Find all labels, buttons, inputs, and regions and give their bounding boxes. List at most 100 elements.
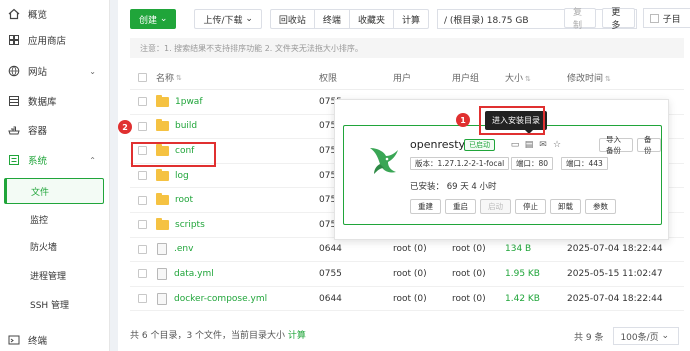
- favorites-button[interactable]: 收藏夹: [348, 9, 394, 29]
- table-row[interactable]: data.yml 0755 root (0) root (0) 1.95 KB 2025-…: [130, 262, 684, 287]
- row-checkbox[interactable]: [138, 269, 147, 279]
- sort-icon: ⇅: [176, 73, 182, 82]
- name-cell: docker-compose.yml: [156, 292, 319, 305]
- sidebar-subitem-label: SSH 管理: [30, 300, 70, 311]
- create-button[interactable]: 创建 ⌄: [130, 9, 177, 29]
- sidebar-item-app-store[interactable]: 应用商店: [0, 26, 110, 54]
- toolbar: 创建 ⌄ 上传/下载 ⌄ 回收站 终端 收藏夹 计算 / (根目录) 18.75…: [130, 8, 637, 30]
- copy-button[interactable]: 复制: [564, 8, 597, 31]
- folder-icon: [156, 193, 169, 206]
- file-name-link[interactable]: .env: [174, 244, 193, 254]
- sidebar-subitem-label: 进程管理: [30, 271, 67, 282]
- file-name-link[interactable]: 1pwaf: [175, 97, 202, 107]
- group-cell[interactable]: root (0): [452, 294, 505, 304]
- sidebar-subitem-monitor[interactable]: 监控: [4, 206, 104, 232]
- recycle-bin-button[interactable]: 回收站: [269, 9, 315, 29]
- openresty-logo: [370, 148, 398, 174]
- folder-icon[interactable]: ▭: [508, 138, 522, 152]
- sidebar-item-container[interactable]: 容器: [0, 116, 110, 144]
- row-checkbox[interactable]: [138, 294, 147, 304]
- sidebar-item-database[interactable]: 数据库: [0, 87, 110, 115]
- row-checkbox[interactable]: [138, 195, 147, 205]
- folder-icon: [156, 217, 169, 230]
- subdir-search-toggle[interactable]: 子目: [642, 8, 690, 28]
- document-icon[interactable]: ▤: [522, 138, 536, 152]
- upload-download-button[interactable]: 上传/下载 ⌄: [194, 9, 262, 29]
- pagination: 共 9 条 100条/页 ⌄: [574, 327, 680, 345]
- select-all-checkbox[interactable]: [138, 73, 147, 82]
- header-name[interactable]: 名称 ⇅: [156, 71, 319, 85]
- sidebar-subitem-files[interactable]: 文件: [4, 178, 104, 204]
- row-checkbox[interactable]: [138, 244, 147, 254]
- star-icon[interactable]: ☆: [550, 138, 564, 152]
- row-checkbox[interactable]: [138, 97, 147, 107]
- user-cell[interactable]: root (0): [393, 294, 452, 304]
- sidebar-item-terminal[interactable]: 终端: [0, 326, 110, 351]
- footer-summary: 共 6 个目录，3 个文件，当前目录大小 计算: [130, 328, 306, 341]
- user-cell[interactable]: root (0): [393, 269, 452, 279]
- perm-cell[interactable]: 0644: [319, 244, 393, 254]
- chevron-down-icon: ⌄: [245, 14, 253, 24]
- sidebar-item-label: 系统: [28, 156, 48, 167]
- row-checkbox[interactable]: [138, 121, 147, 131]
- header-time[interactable]: 修改时间 ⇅: [567, 71, 684, 84]
- folder-icon: [156, 94, 169, 107]
- row-select-cell: [130, 97, 156, 107]
- sidebar-subitem-firewall[interactable]: 防火墙: [4, 233, 104, 259]
- subdir-checkbox[interactable]: [649, 13, 659, 23]
- app-card: openresty 已启动 ▭ ▤ ✉ ☆ 导入备份 备份 版本：1.27.1.…: [343, 125, 662, 225]
- row-checkbox[interactable]: [138, 171, 147, 181]
- calculate-size-link[interactable]: 计算: [288, 331, 306, 341]
- stop-button[interactable]: 停止: [515, 199, 546, 214]
- page-size-select[interactable]: 100条/页 ⌄: [613, 327, 680, 345]
- start-button[interactable]: 启动: [480, 199, 511, 214]
- sort-icon: ⇅: [525, 75, 531, 83]
- file-name-link[interactable]: docker-compose.yml: [174, 294, 267, 304]
- file-name-link[interactable]: data.yml: [174, 269, 214, 279]
- mail-icon[interactable]: ✉: [536, 138, 550, 152]
- table-row[interactable]: .env 0644 root (0) root (0) 134 B 2025-07-04 …: [130, 238, 684, 263]
- total-count: 共 9 条: [574, 332, 604, 343]
- sidebar-item-system[interactable]: 系统 ⌃: [0, 146, 110, 174]
- folder-icon: [156, 168, 169, 181]
- time-cell: 2025-05-15 11:02:47: [567, 268, 663, 279]
- app-actions: 重建 重启 启动 停止 卸载 参数: [410, 199, 620, 214]
- rebuild-button[interactable]: 重建: [410, 199, 441, 214]
- file-name-link[interactable]: scripts: [175, 220, 205, 230]
- perm-cell[interactable]: 0644: [319, 294, 393, 304]
- calculate-button[interactable]: 计算: [392, 9, 429, 29]
- table-row[interactable]: docker-compose.yml 0644 root (0) root (0) 1.…: [130, 287, 684, 312]
- sidebar-item-label: 概览: [28, 10, 48, 21]
- step-marker-2: 2: [118, 120, 132, 134]
- summary-text: 共 6 个目录，3 个文件，当前目录大小: [130, 331, 286, 341]
- row-select-cell: [130, 294, 156, 304]
- more-button[interactable]: 更多: [602, 8, 635, 31]
- backup-button[interactable]: 备份: [637, 135, 661, 155]
- file-name-link[interactable]: build: [175, 121, 197, 131]
- sidebar-item-website[interactable]: 网站 ⌄: [0, 57, 110, 85]
- user-cell[interactable]: root (0): [393, 244, 452, 254]
- upload-download-label: 上传/下载: [203, 15, 243, 26]
- terminal-button[interactable]: 终端: [313, 9, 350, 29]
- import-backup-button[interactable]: 导入备份: [599, 135, 633, 155]
- uninstall-button[interactable]: 卸载: [550, 199, 581, 214]
- file-name-link[interactable]: root: [175, 195, 193, 205]
- sidebar-subitem-process[interactable]: 进程管理: [4, 262, 104, 288]
- header-size[interactable]: 大小 ⇅: [505, 71, 567, 84]
- restart-button[interactable]: 重启: [445, 199, 476, 214]
- params-button[interactable]: 参数: [585, 199, 616, 214]
- http-port-tag: 端口：80: [511, 157, 554, 170]
- group-cell[interactable]: root (0): [452, 244, 505, 254]
- sidebar-item-overview[interactable]: 概览: [0, 0, 110, 28]
- notice-bar: 注意：1. 搜索结果不支持排序功能 2. 文件夹无法拖大小排序。: [130, 38, 684, 58]
- group-cell[interactable]: root (0): [452, 269, 505, 279]
- row-checkbox[interactable]: [138, 220, 147, 230]
- size-cell: 134 B: [505, 244, 532, 255]
- sidebar-subitem-label: 文件: [31, 187, 50, 198]
- file-name-link[interactable]: log: [175, 171, 189, 181]
- perm-cell[interactable]: 0755: [319, 269, 393, 279]
- chevron-up-icon: ⌃: [89, 156, 96, 165]
- sidebar-item-label: 数据库: [28, 97, 57, 108]
- sidebar-subitem-ssh[interactable]: SSH 管理: [4, 291, 104, 317]
- row-select-cell: [130, 269, 156, 279]
